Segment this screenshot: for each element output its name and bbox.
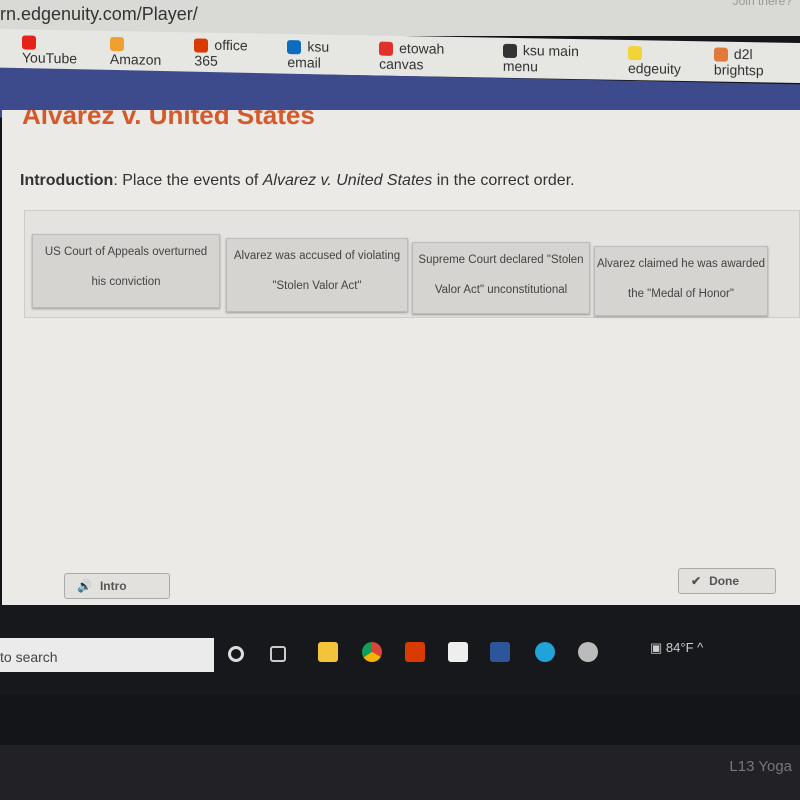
chevron-up-icon[interactable]: ^ [697, 640, 703, 655]
bookmark-outlook[interactable]: ksu email [287, 38, 361, 72]
card-line: Supreme Court declared "Stolen [418, 254, 584, 266]
bookmark-d2l[interactable]: d2l brightsp [713, 45, 800, 79]
lesson-title: Alvarez v. United States [22, 110, 315, 130]
bookmark-canvas[interactable]: etowah canvas [379, 39, 485, 73]
card-line: Valor Act" unconstitutional [434, 284, 568, 296]
device-label: L13 Yoga [729, 758, 792, 775]
url-text: rn.edgenuity.com/Player/ [0, 4, 198, 24]
globe-icon [502, 43, 517, 59]
canvas-icon [379, 41, 394, 57]
bookmark-label: edgeuity [627, 60, 681, 78]
card-line: Alvarez was accused of violating [233, 250, 401, 262]
intro-button[interactable]: 🔊 Intro [64, 573, 170, 599]
lesson-page: Alvarez v. United States Introduction: P… [2, 110, 800, 605]
card-line: US Court of Appeals overturned [44, 246, 208, 258]
top-right-text: Join there? [732, 0, 792, 8]
case-name: Alvarez v. United States [262, 172, 433, 189]
word-icon[interactable] [490, 642, 510, 662]
bookmark-label: Amazon [109, 51, 162, 68]
event-card[interactable]: Alvarez claimed he was awarded the "Medal… [594, 246, 768, 316]
d2l-icon [713, 47, 728, 62]
chrome-icon[interactable] [362, 642, 382, 662]
done-button[interactable]: ✔ Done [678, 568, 776, 594]
laptop-bezel [0, 745, 800, 800]
event-card[interactable]: US Court of Appeals overturned his convic… [32, 234, 220, 308]
check-icon: ✔ [691, 574, 702, 588]
bookmark-lightbulb[interactable]: edgeuity [627, 44, 696, 78]
card-line: the "Medal of Honor" [628, 288, 734, 300]
office-icon[interactable] [405, 642, 425, 662]
temperature: 84°F [665, 640, 694, 655]
event-card[interactable]: Supreme Court declared "Stolen Valor Act"… [412, 242, 590, 314]
task-view-icon[interactable] [270, 646, 286, 662]
bookmark-office[interactable]: office 365 [194, 36, 269, 70]
youtube-icon [22, 35, 36, 50]
amazon-icon [109, 37, 124, 52]
lightbulb-icon [627, 46, 642, 61]
weather-widget[interactable]: ▣ 84°F ^ [650, 640, 703, 656]
outlook-icon [287, 40, 302, 55]
office-icon [194, 38, 209, 53]
cortana-icon[interactable] [228, 646, 244, 662]
edge-icon[interactable] [535, 642, 555, 662]
intro-text-end: in the correct order. [432, 172, 575, 189]
store-icon[interactable] [448, 642, 468, 662]
bookmark-amazon[interactable]: Amazon [109, 35, 177, 68]
intro-label: Introduction [20, 172, 114, 189]
weather-icon: ▣ [650, 640, 666, 655]
intro-label: Intro [99, 579, 127, 593]
bookmark-youtube[interactable]: YouTube [22, 33, 92, 67]
intro-text: : Place the events of [113, 172, 263, 189]
bookmark-label: YouTube [22, 49, 78, 67]
event-card[interactable]: Alvarez was accused of violating "Stolen … [226, 238, 408, 312]
file-explorer-icon[interactable] [318, 642, 338, 662]
search-placeholder: to search [0, 649, 58, 665]
card-line: his conviction [91, 276, 161, 288]
taskbar-search[interactable]: to search [0, 638, 214, 672]
card-line: Alvarez claimed he was awarded [596, 258, 766, 270]
speaker-icon: 🔊 [77, 579, 92, 593]
done-label: Done [709, 574, 740, 588]
instructions: Introduction: Place the events of Alvare… [20, 172, 575, 190]
bookmark-globe[interactable]: ksu main menu [502, 42, 610, 76]
card-line: "Stolen Valor Act" [272, 280, 362, 292]
app-icon[interactable] [578, 642, 598, 662]
